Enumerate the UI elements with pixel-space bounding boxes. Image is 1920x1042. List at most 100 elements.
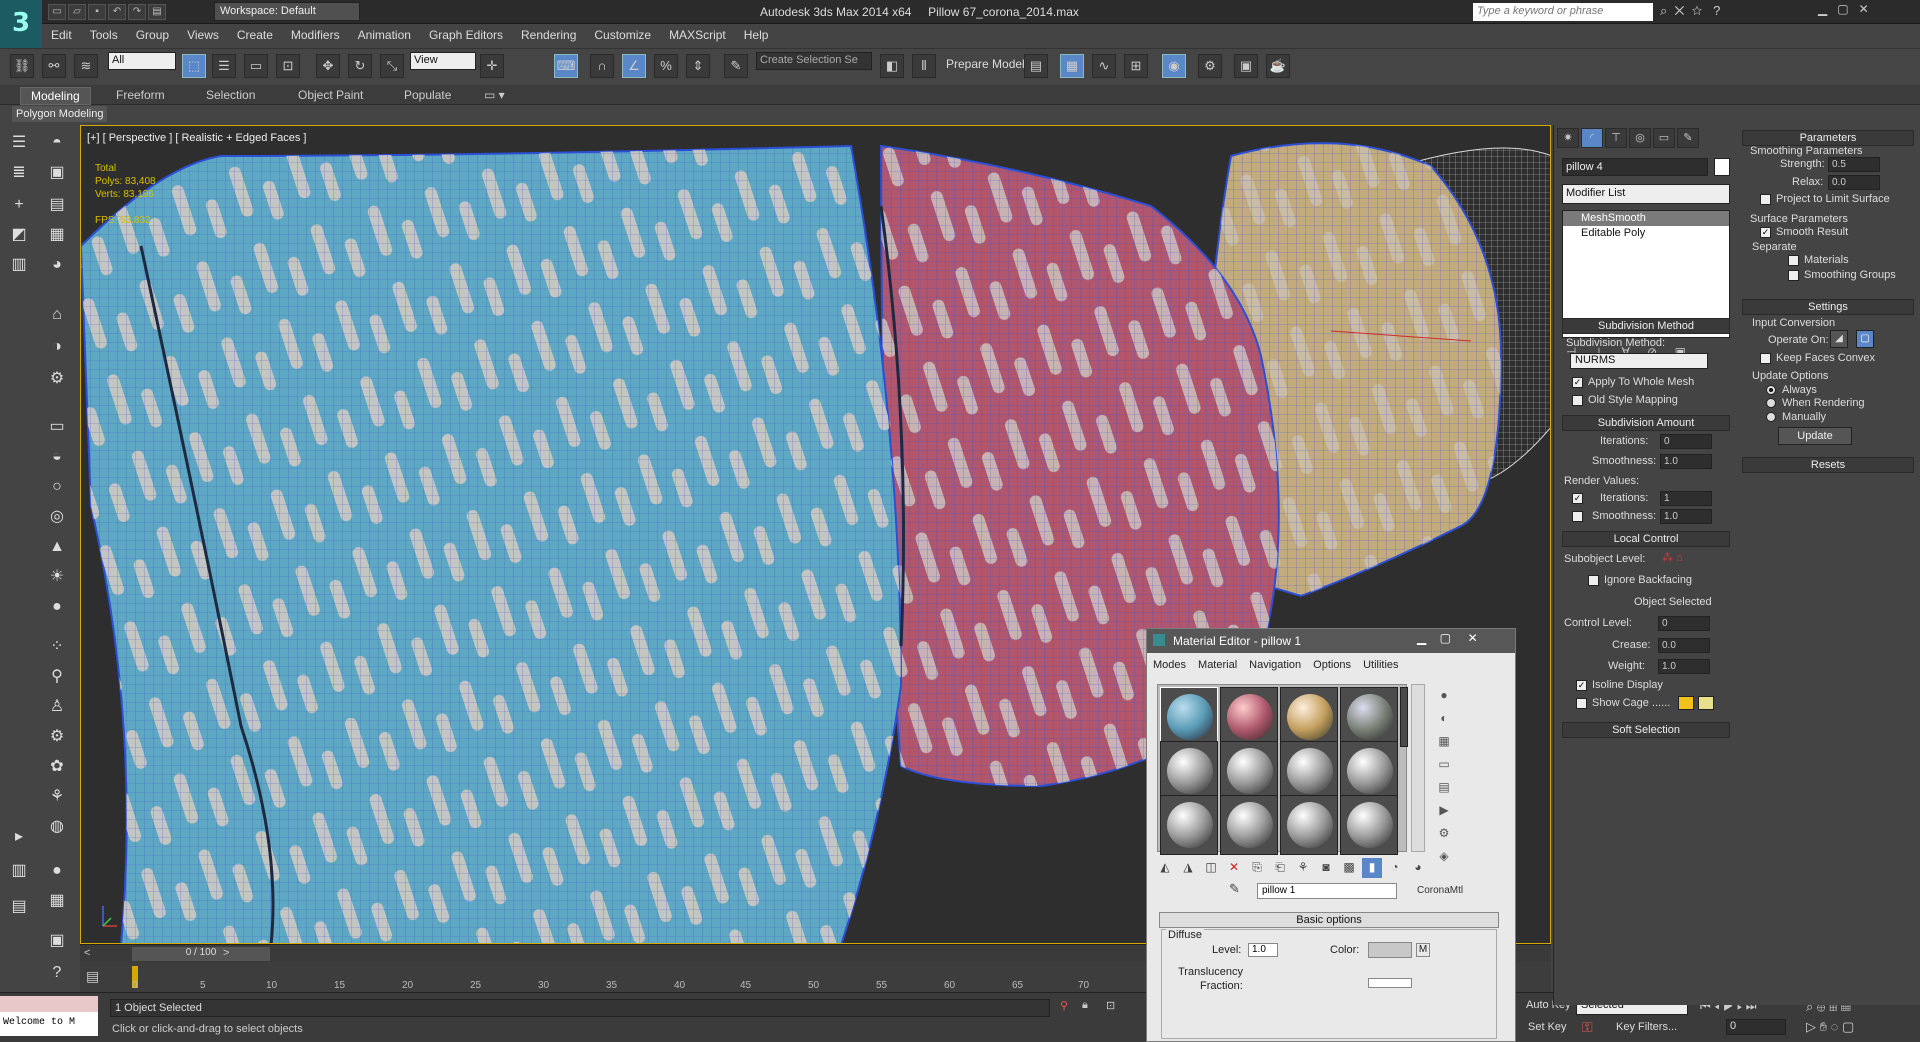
question-icon[interactable]: ? <box>44 960 70 986</box>
open-file-icon[interactable]: ▱ <box>68 4 86 20</box>
sample-slot[interactable] <box>1220 687 1278 747</box>
angle-snap-icon[interactable]: ∠ <box>622 54 646 78</box>
new-file-icon[interactable]: ▭ <box>48 4 66 20</box>
uv-tiling-icon[interactable]: ▭ <box>1433 753 1455 776</box>
menu-rendering[interactable]: Rendering <box>512 24 585 42</box>
geometry-icon[interactable]: ◓ <box>44 130 70 156</box>
ribbon-tab-freeform[interactable]: Freeform <box>106 87 175 103</box>
shaded-sphere-icon[interactable]: ● <box>44 858 70 884</box>
motion-tab-icon[interactable]: ◎ <box>1629 128 1651 148</box>
control-level-spinner[interactable]: 0 <box>1658 616 1710 631</box>
bind-spacewarp-icon[interactable]: ≋ <box>74 54 98 78</box>
cage-color-swatch-1[interactable] <box>1678 696 1694 710</box>
subdivision-method-rollout[interactable]: Subdivision Method <box>1562 318 1730 334</box>
create-plus-icon[interactable]: + <box>6 192 32 218</box>
subdivision-amount-rollout[interactable]: Subdivision Amount <box>1562 415 1730 431</box>
level-spinner[interactable]: 1.0 <box>1248 943 1278 957</box>
material-id-icon[interactable]: ◙ <box>1316 858 1336 878</box>
key-icon[interactable]: ⚿ <box>1582 1019 1593 1036</box>
me-menu-material[interactable]: Material <box>1192 657 1243 673</box>
viewport-label[interactable]: [+] [ Perspective ] [ Realistic + Edged … <box>87 132 307 144</box>
fov-icon[interactable]: ▷ <box>1806 1019 1816 1034</box>
scale-icon[interactable]: ⤡ <box>380 54 404 78</box>
particles-icon[interactable]: ⁘ <box>44 634 70 660</box>
render-iterations-spinner[interactable]: 1 <box>1660 491 1712 506</box>
background-icon[interactable]: ▦ <box>1433 730 1455 753</box>
manually-radio[interactable] <box>1766 412 1776 422</box>
move-icon[interactable]: ✥ <box>316 54 340 78</box>
hemisphere-icon[interactable]: ◒ <box>44 444 70 470</box>
assign-to-selection-icon[interactable]: ◫ <box>1201 858 1221 878</box>
ignore-backfacing-checkbox[interactable] <box>1588 575 1599 586</box>
ribbon-tab-selection[interactable]: Selection <box>196 87 265 103</box>
slots-scrollbar[interactable] <box>1411 684 1425 852</box>
expand-arrow-icon[interactable]: ▸ <box>6 824 32 850</box>
redo-icon[interactable]: ↷ <box>128 4 146 20</box>
viewport-layout-2-icon[interactable]: ▤ <box>6 894 32 920</box>
hierarchy-tab-icon[interactable]: ⊤ <box>1605 128 1627 148</box>
subdivision-method-dropdown[interactable]: NURMS <box>1570 353 1708 369</box>
align-icon[interactable]: ⫴ <box>912 54 936 78</box>
make-preview-icon[interactable]: ▶ <box>1433 799 1455 822</box>
menu-maxscript[interactable]: MAXScript <box>660 24 735 42</box>
curve-editor-icon[interactable]: ∿ <box>1092 54 1116 78</box>
light-icon[interactable]: ◕ <box>44 252 70 278</box>
diffuse-color-swatch[interactable] <box>1368 942 1412 958</box>
time-slider[interactable]: 0 / 100 <box>132 947 270 961</box>
menu-views[interactable]: Views <box>178 24 228 42</box>
go-forward-sibling-icon[interactable]: ◕ <box>1408 858 1428 878</box>
isoline-display-checkbox[interactable]: ✓ <box>1576 680 1587 691</box>
helper-icon[interactable]: ◑ <box>44 334 70 360</box>
crease-spinner[interactable]: 0.0 <box>1658 638 1710 653</box>
iterations-spinner[interactable]: 0 <box>1660 434 1712 449</box>
close-icon[interactable]: ✕ <box>1859 2 1869 16</box>
sample-type-icon[interactable]: ● <box>1433 684 1455 707</box>
me-menu-modes[interactable]: Modes <box>1147 657 1192 673</box>
separate-materials-checkbox[interactable] <box>1788 255 1799 266</box>
sample-slot[interactable] <box>1340 741 1398 801</box>
modifier-list-dropdown[interactable]: Modifier List <box>1562 184 1730 204</box>
menu-create[interactable]: Create <box>228 24 282 42</box>
current-frame-field[interactable]: 0 <box>1726 1019 1786 1035</box>
ribbon-options-icon[interactable]: ▭ ▾ <box>474 87 515 103</box>
make-unique-icon[interactable]: ⎗ <box>1270 858 1290 878</box>
cage-color-swatch-2[interactable] <box>1698 696 1714 710</box>
translucency-color-swatch[interactable] <box>1368 978 1412 988</box>
sample-slot[interactable] <box>1340 795 1398 855</box>
grid-icon[interactable]: ▦ <box>44 222 70 248</box>
me-maximize-icon[interactable]: ▢ <box>1440 631 1451 645</box>
make-copy-icon[interactable]: ⎘ <box>1247 858 1267 878</box>
show-map-icon[interactable]: ▩ <box>1339 858 1359 878</box>
isolate-icon[interactable]: ⚲ <box>1060 999 1068 1012</box>
select-manipulate-icon[interactable]: ✛ <box>480 54 504 78</box>
tools-icon[interactable]: ✕ <box>1675 3 1685 18</box>
material-type-button[interactable]: CoronaMtl <box>1409 883 1471 898</box>
minimize-icon[interactable]: ▁ <box>1818 2 1827 16</box>
smoothness-spinner[interactable]: 1.0 <box>1660 454 1712 469</box>
graphite-tools-icon[interactable]: ▦ <box>1060 54 1084 78</box>
render-iterations-checkbox[interactable]: ✓ <box>1572 493 1583 504</box>
save-icon[interactable]: ▪ <box>88 4 106 20</box>
me-minimize-icon[interactable]: ▁ <box>1417 631 1426 645</box>
pan-icon[interactable]: ✋︎ <box>1820 1019 1827 1034</box>
stack-item-editable-poly[interactable]: Editable Poly <box>1563 226 1729 241</box>
me-menu-navigation[interactable]: Navigation <box>1243 657 1307 673</box>
basic-options-rollout[interactable]: Basic options <box>1159 912 1499 928</box>
apply-whole-mesh-checkbox[interactable]: ✓ <box>1572 377 1583 388</box>
material-editor-icon[interactable]: ◉ <box>1162 54 1186 78</box>
hair-icon[interactable]: ⚘ <box>44 784 70 810</box>
rendered-frame-window-icon[interactable]: ▣ <box>1234 54 1258 78</box>
window-crossing-icon[interactable]: ⊡ <box>276 54 300 78</box>
menu-customize[interactable]: Customize <box>585 24 660 42</box>
menu-edit[interactable]: Edit <box>42 24 81 42</box>
sphere-icon[interactable]: ○ <box>44 474 70 500</box>
render-smoothness-spinner[interactable]: 1.0 <box>1660 509 1712 524</box>
modify-tab-icon[interactable]: ◜ <box>1581 128 1603 148</box>
render-setup-icon[interactable]: ⚙ <box>1198 54 1222 78</box>
percent-snap-icon[interactable]: % <box>654 54 678 78</box>
cone-icon[interactable]: ▲ <box>44 534 70 560</box>
layer-manager-icon[interactable]: ▤ <box>1024 54 1048 78</box>
sample-slot[interactable] <box>1280 687 1338 747</box>
me-menu-utilities[interactable]: Utilities <box>1357 657 1404 673</box>
ribbon-panel-polygon-modeling[interactable]: Polygon Modeling <box>12 106 108 122</box>
